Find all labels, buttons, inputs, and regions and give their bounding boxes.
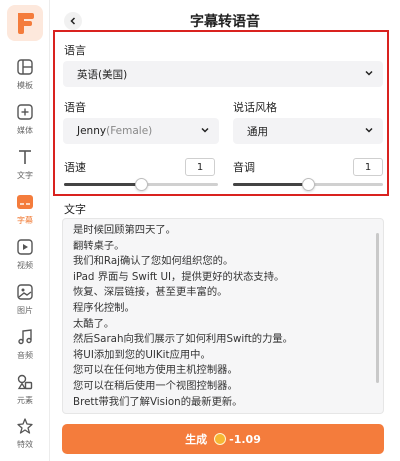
speed-slider-thumb[interactable] [134, 178, 148, 191]
text-line: iPad 界面与 Swift UI，提供更好的状态支持。 [73, 270, 285, 283]
text-line: 我们和Raj确认了您如何组织您的。 [73, 255, 234, 268]
text-line: Brett带我们了解Vision的最新更新。 [73, 395, 243, 408]
voice-label: 语音 [64, 101, 86, 114]
subtitle-icon [14, 191, 36, 213]
chevron-down-icon [365, 70, 373, 76]
image-icon [14, 281, 36, 303]
sidebar-item-label: 音频 [17, 351, 33, 360]
sidebar-item-text[interactable]: 文字 [0, 146, 50, 190]
speed-label: 语速 [64, 161, 86, 174]
sidebar-item-subtitle[interactable]: 字幕 [0, 191, 50, 235]
sidebar-item-video[interactable]: 视频 [0, 236, 50, 280]
text-line: 将UI添加到您的UIKit应用中。 [73, 348, 211, 361]
sidebar-item-label: 元素 [17, 396, 33, 405]
template-icon [14, 56, 36, 78]
language-select[interactable]: 英语(美国) [63, 61, 383, 87]
style-label: 说话风格 [233, 101, 277, 114]
app-logo[interactable] [7, 5, 43, 41]
text-icon [14, 146, 36, 168]
sidebar-item-elements[interactable]: 元素 [0, 371, 50, 415]
main-panel: 字幕转语音 语言 英语(美国) 语音 说话风格 Jenny (Female) 通… [50, 0, 400, 461]
text-line: 翻转桌子。 [73, 239, 125, 252]
sidebar-item-template[interactable]: 模板 [0, 56, 50, 100]
page-title: 字幕转语音 [190, 14, 260, 30]
sidebar-item-label: 图片 [17, 306, 33, 315]
text-line: 恢复、深层链接，甚至更丰富的。 [73, 286, 228, 299]
pitch-slider-fill [233, 183, 308, 186]
speed-input[interactable]: 1 [185, 158, 215, 176]
chevron-down-icon [365, 127, 373, 133]
language-label: 语言 [64, 44, 86, 57]
generate-label: 生成 [185, 433, 208, 446]
text-line: 您可以在稍后使用一个视图控制器。 [73, 379, 238, 392]
sidebar-item-audio[interactable]: 音频 [0, 326, 50, 370]
elements-icon [14, 371, 36, 393]
pitch-label: 音调 [233, 161, 255, 174]
effects-icon [14, 415, 36, 437]
sidebar-item-label: 媒体 [17, 126, 33, 135]
text-line: 是时候回顾第四天了。 [73, 224, 176, 236]
text-line: 然后Sarah向我们展示了如何利用Swift的力量。 [73, 333, 293, 346]
sidebar-item-label: 视频 [17, 261, 33, 270]
text-label: 文字 [64, 203, 86, 216]
text-line: 太酷了。 [73, 317, 115, 330]
speed-slider[interactable] [64, 178, 218, 191]
sidebar: 模板 媒体 文字 字幕 视频 图片 音频 元素 特效 [0, 0, 50, 461]
generate-cost: -1.09 [229, 432, 261, 446]
chevron-down-icon [201, 127, 209, 133]
speed-slider-fill [64, 183, 141, 186]
sidebar-item-image[interactable]: 图片 [0, 281, 50, 325]
language-value: 英语(美国) [77, 68, 128, 81]
sidebar-item-label: 字幕 [17, 216, 33, 225]
generate-button[interactable]: 生成 -1.09 [62, 424, 384, 454]
sidebar-item-label: 模板 [17, 81, 33, 90]
subtitle-text-area[interactable]: 是时候回顾第四天了。 翻转桌子。我们和Raj确认了您如何组织您的。 iPad 界面与… [62, 218, 384, 414]
audio-icon [14, 326, 36, 348]
voice-name: Jenny [77, 125, 107, 137]
coin-icon [214, 433, 227, 445]
text-line: 程序化控制。 [73, 301, 135, 314]
settings-highlight-box [53, 30, 389, 196]
sidebar-item-label: 文字 [17, 171, 33, 180]
video-icon [14, 236, 36, 258]
voice-select[interactable]: Jenny (Female) [63, 118, 219, 144]
pitch-slider-thumb[interactable] [301, 178, 315, 191]
sidebar-item-effects[interactable]: 特效 [0, 415, 50, 459]
style-value: 通用 [247, 125, 268, 138]
sidebar-item-label: 特效 [17, 440, 33, 449]
pitch-slider[interactable] [233, 178, 383, 191]
media-add-icon [14, 101, 36, 123]
text-line: 您可以在任何地方使用主机控制器。 [73, 364, 238, 377]
text-lines: 是时候回顾第四天了。 翻转桌子。我们和Raj确认了您如何组织您的。 iPad 界面与… [73, 223, 373, 410]
pitch-input[interactable]: 1 [353, 158, 383, 176]
style-select[interactable]: 通用 [233, 118, 383, 144]
sidebar-item-media[interactable]: 媒体 [0, 101, 50, 145]
logo-f-icon [18, 13, 34, 34]
text-scrollbar[interactable] [376, 233, 379, 383]
voice-gender: (Female) [106, 125, 153, 137]
